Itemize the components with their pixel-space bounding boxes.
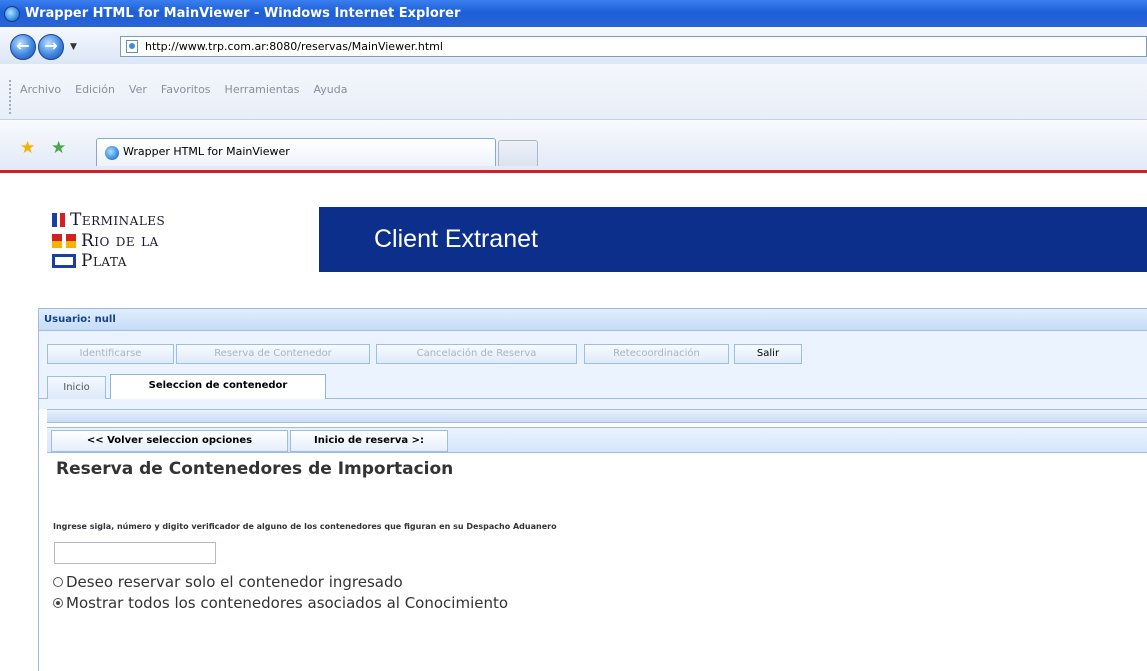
logo-text-line3: Plata [81,251,127,271]
tab-seleccion-contenedor[interactable]: Seleccion de contenedor [110,374,326,399]
option-mostrar-todos-label: Mostrar todos los contenedores asociados… [66,594,509,612]
option-solo-contenedor-label: Deseo reservar solo el contenedor ingres… [66,573,403,591]
trp-logo: Terminales Rio de la Plata [52,208,252,278]
option-mostrar-todos[interactable]: Mostrar todos los contenedores asociados… [53,594,508,612]
app-toolbar: Identificarse Reserva de Contenedor Canc… [39,331,1147,371]
retecoordinacion-button[interactable]: Retecoordinación [584,344,729,364]
instructions-text: Ingrese sigla, número y digito verificad… [53,522,557,531]
header-strip [47,409,1147,423]
history-dropdown-icon[interactable]: ▼ [70,42,77,52]
window-title: Wrapper HTML for MainViewer - Windows In… [25,6,461,21]
address-toolbar: ← → ▼ http://www.trp.com.ar:8080/reserva… [0,27,1147,64]
header-banner: Client Extranet [319,207,1147,272]
menu-item-ayuda[interactable]: Ayuda [313,83,347,96]
favorites-bar: ★ ★ Wrapper HTML for MainViewer [0,120,1147,173]
toolbar-grip [9,80,14,114]
browser-tab-label: Wrapper HTML for MainViewer [123,145,290,158]
page-title: Reserva de Contenedores de Importacion [56,459,454,479]
logo-text-line1: Terminales [70,210,166,230]
ie-tab-icon [105,146,119,160]
url-text: http://www.trp.com.ar:8080/reservas/Main… [145,40,443,53]
user-label: Usuario: null [44,314,116,325]
radio-mostrar-todos[interactable] [53,598,63,608]
cancelacion-reserva-button[interactable]: Cancelación de Reserva [376,344,577,364]
forward-arrow-icon[interactable]: → [38,34,64,60]
menu-item-herramientas[interactable]: Herramientas [225,83,300,96]
container-number-input[interactable] [54,542,216,564]
logo-text-line2: Rio de la [81,231,159,251]
tab-inicio[interactable]: Inicio [47,376,106,399]
new-tab-button[interactable] [498,140,538,166]
page-icon [126,40,138,53]
logo-mark-box [52,254,76,268]
window-titlebar: Wrapper HTML for MainViewer - Windows In… [0,0,1147,27]
logo-mark-flag [52,234,76,248]
logo-mark-bars [52,213,65,227]
salir-button[interactable]: Salir [734,344,802,364]
browser-tab-active[interactable]: Wrapper HTML for MainViewer [96,138,496,166]
url-input[interactable]: http://www.trp.com.ar:8080/reservas/Main… [120,36,1147,57]
wizard-bar: << Volver seleccion opciones Inicio de r… [47,427,1147,453]
menu-item-edicion[interactable]: Edición [75,83,115,96]
back-arrow-icon[interactable]: ← [10,34,36,60]
favorites-star-icon[interactable]: ★ [20,140,35,157]
identificarse-button[interactable]: Identificarse [47,344,174,364]
reserva-contenedor-button[interactable]: Reserva de Contenedor [176,344,370,364]
internet-explorer-icon [4,5,20,22]
menu-item-favoritos[interactable]: Favoritos [161,83,211,96]
app-panel: Usuario: null Identificarse Reserva de C… [38,308,1147,671]
menu-bar: Archivo Edición Ver Favoritos Herramient… [0,64,1147,120]
banner-title: Client Extranet [374,225,538,253]
app-tabs: Inicio Seleccion de contenedor [39,371,1147,399]
volver-seleccion-button[interactable]: << Volver seleccion opciones [51,430,288,452]
option-solo-contenedor[interactable]: Deseo reservar solo el contenedor ingres… [53,573,403,591]
add-favorites-icon[interactable]: ★ [51,140,66,157]
user-bar: Usuario: null [39,309,1147,331]
tab-body-strip [39,399,1147,409]
inicio-reserva-button[interactable]: Inicio de reserva >: [290,430,448,452]
menu-item-archivo[interactable]: Archivo [20,83,61,96]
radio-solo-contenedor[interactable] [53,577,63,587]
menu-item-ver[interactable]: Ver [129,83,147,96]
